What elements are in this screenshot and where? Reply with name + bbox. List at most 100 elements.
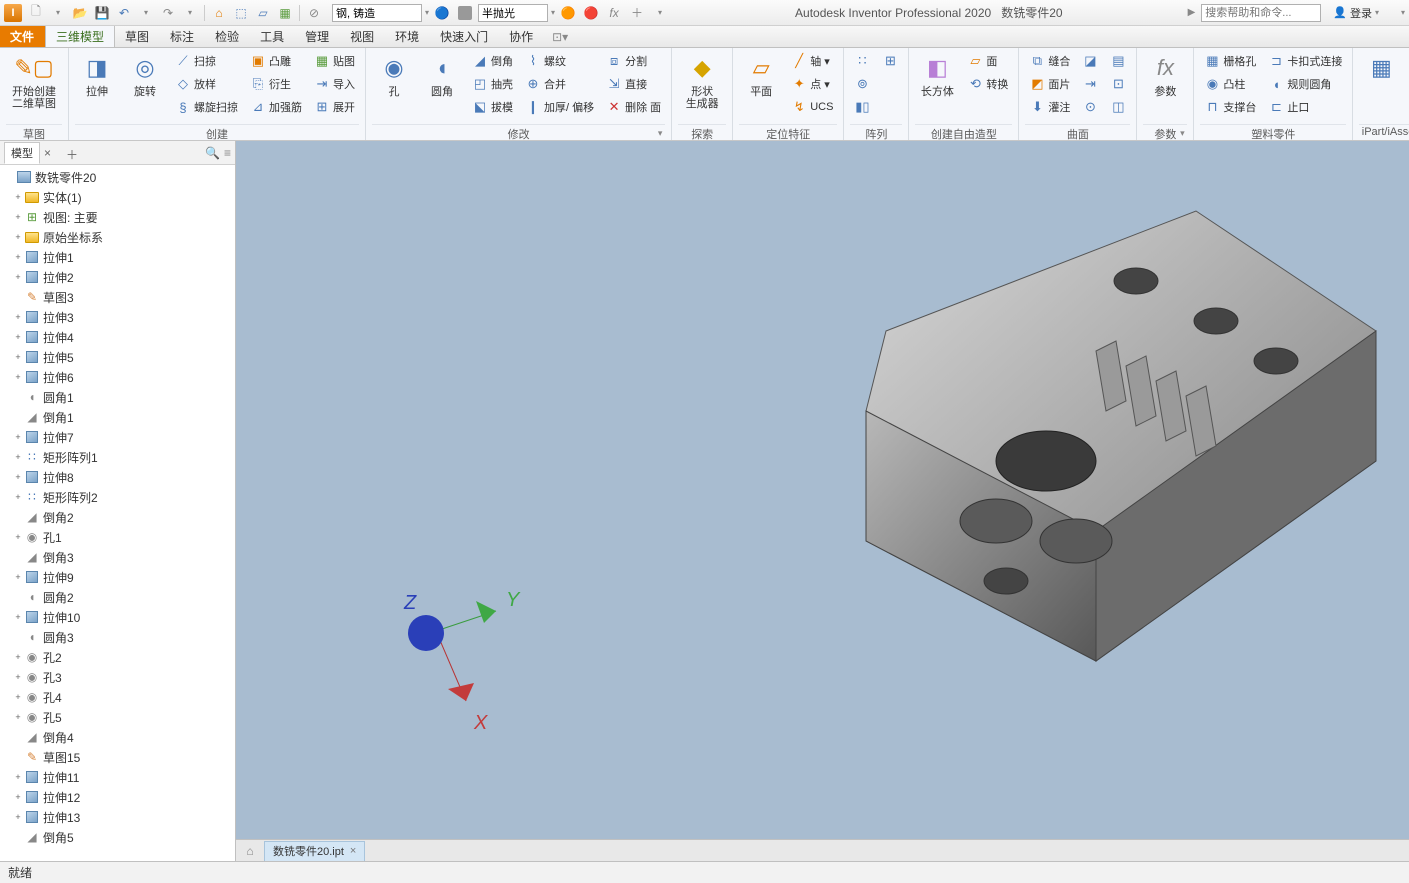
tree-item[interactable]: +拉伸5 [0,347,235,367]
mirror-button[interactable]: ▮▯ [850,96,874,118]
tree-item[interactable]: +拉伸8 [0,467,235,487]
tree-item[interactable]: +◉孔1 [0,527,235,547]
sculpt-button[interactable]: ⬇灌注 [1025,96,1074,118]
tree-item[interactable]: ✎草图15 [0,747,235,767]
snap-button[interactable]: ⊐卡扣式连接 [1264,50,1346,72]
no-override-icon[interactable]: ⊘ [304,3,324,23]
loft-button[interactable]: ◇放样 [171,73,242,95]
tab-tools[interactable]: 工具 [250,26,295,47]
material-dropdown[interactable] [332,4,422,22]
patch-button[interactable]: ◩面片 [1025,73,1074,95]
ucs-button[interactable]: ↯UCS [787,96,837,118]
qat-customize[interactable]: ▾ [650,3,670,23]
tree-item[interactable]: +拉伸4 [0,327,235,347]
new-dropdown[interactable]: ▾ [48,3,68,23]
rect-pattern-button[interactable]: ∷ [850,50,874,72]
plane-button[interactable]: ▱平面 [739,50,783,100]
doc-tab-close[interactable]: × [350,845,356,857]
3d-viewport[interactable]: Y X Z ⌂ 数铣零件20.ipt × [236,141,1409,861]
tree-item[interactable]: +拉伸7 [0,427,235,447]
extrude-button[interactable]: ◨拉伸 [75,50,119,100]
doc-home-icon[interactable]: ⌂ [240,842,260,860]
tree-item[interactable]: +拉伸6 [0,367,235,387]
add-button[interactable]: ＋ [627,3,647,23]
menu-icon[interactable]: ≡ [224,146,231,160]
tree-item[interactable]: +拉伸9 [0,567,235,587]
hole-button[interactable]: ◉孔 [372,50,416,100]
coordinate-triad[interactable]: Y X Z [376,551,576,751]
surf-trim-button[interactable]: ◪ [1078,50,1102,72]
tree-item[interactable]: +拉伸2 [0,267,235,287]
thicken-button[interactable]: ❙加厚/ 偏移 [521,96,598,118]
login-button[interactable]: 👤 登录 ▾ [1327,3,1385,23]
start-2d-sketch-button[interactable]: ✎▢ 开始创建 二维草图 [6,50,62,112]
material-button[interactable]: ▦ [275,3,295,23]
save-button[interactable]: 💾 [92,3,112,23]
emboss-button[interactable]: ▣凸雕 [246,50,306,72]
redo-button[interactable]: ↷ [158,3,178,23]
modify-launcher[interactable]: ▾ [655,128,665,138]
tree-item[interactable]: +◉孔2 [0,647,235,667]
tree-item[interactable]: +实体(1) [0,187,235,207]
fillet-button[interactable]: ◖圆角 [420,50,464,100]
tree-item[interactable]: +◉孔4 [0,687,235,707]
tree-item[interactable]: ◢倒角2 [0,507,235,527]
point-button[interactable]: ✦点▾ [787,73,837,95]
parameters-button[interactable]: fx参数 [1143,50,1187,100]
circ-pattern-button[interactable]: ⊚ [850,73,874,95]
tree-item[interactable]: ✎草图3 [0,287,235,307]
tab-environments[interactable]: 环境 [385,26,430,47]
new-button[interactable]: 🗋 [26,3,46,23]
tree-item[interactable]: +原始坐标系 [0,227,235,247]
tree-item[interactable]: +◉孔3 [0,667,235,687]
freeform-convert-button[interactable]: ⟲转换 [963,73,1012,95]
appearance-preview-icon[interactable] [455,3,475,23]
clear-override-icon[interactable]: 🔴 [581,3,601,23]
decal-button[interactable]: ▦贴图 [310,50,359,72]
grill-button[interactable]: ▦栅格孔 [1200,50,1260,72]
tree-item[interactable]: +◉孔5 [0,707,235,727]
draft-button[interactable]: ⬕拔模 [468,96,517,118]
file-tab[interactable]: 文件 [0,26,45,47]
appearance-swatch-icon[interactable]: 🔵 [432,3,452,23]
document-tab[interactable]: 数铣零件20.ipt × [264,841,365,861]
ribbon-collapse-button[interactable]: ⊡▾ [550,27,570,47]
search-icon[interactable]: ▶ [1188,7,1196,18]
tab-inspect[interactable]: 检验 [205,26,250,47]
tree-item[interactable]: ◖圆角1 [0,387,235,407]
undo-button[interactable]: ↶ [114,3,134,23]
import-button[interactable]: ⇥导入 [310,73,359,95]
model-tree[interactable]: 数铣零件20+实体(1)+⊞视图: 主要+原始坐标系+拉伸1+拉伸2✎草图3+拉… [0,165,235,861]
rib-button[interactable]: ⊿加强筋 [246,96,306,118]
sweep-button[interactable]: ⟋扫掠 [171,50,242,72]
select-style-button[interactable]: ▱ [253,3,273,23]
freeform-box-button[interactable]: ◧长方体 [915,50,959,100]
tab-view[interactable]: 视图 [340,26,385,47]
axis-button[interactable]: ╱轴▾ [787,50,837,72]
sketch-pattern-button[interactable]: ⊞ [878,50,902,72]
tree-item[interactable]: +∷矩形阵列2 [0,487,235,507]
thread-button[interactable]: ⌇螺纹 [521,50,598,72]
tree-item[interactable]: +⊞视图: 主要 [0,207,235,227]
tree-item[interactable]: +拉伸10 [0,607,235,627]
deleteface-button[interactable]: ✕删除 面 [602,96,665,118]
ipart-button[interactable]: ▦ [1359,50,1403,88]
tree-item[interactable]: +拉伸11 [0,767,235,787]
surf-extend-button[interactable]: ⇥ [1078,73,1102,95]
tab-sketch[interactable]: 草图 [115,26,160,47]
tree-item[interactable]: ◖圆角2 [0,587,235,607]
tab-collaborate[interactable]: 协作 [499,26,544,47]
tree-item[interactable]: +∷矩形阵列1 [0,447,235,467]
combine-button[interactable]: ⊕合并 [521,73,598,95]
search-icon[interactable]: 🔍 [205,146,220,160]
lip-button[interactable]: ⊏止口 [1264,96,1346,118]
redo-dropdown[interactable]: ▾ [180,3,200,23]
freeform-face-button[interactable]: ▱面 [963,50,1012,72]
tree-item[interactable]: +拉伸13 [0,807,235,827]
surf-ruled-button[interactable]: ▤ [1106,50,1130,72]
tree-item[interactable]: +拉伸3 [0,307,235,327]
tree-item[interactable]: ◢倒角5 [0,827,235,847]
select-button[interactable]: ⬚ [231,3,251,23]
rulefillet-button[interactable]: ◖规则圆角 [1264,73,1346,95]
revolve-button[interactable]: ◎旋转 [123,50,167,100]
